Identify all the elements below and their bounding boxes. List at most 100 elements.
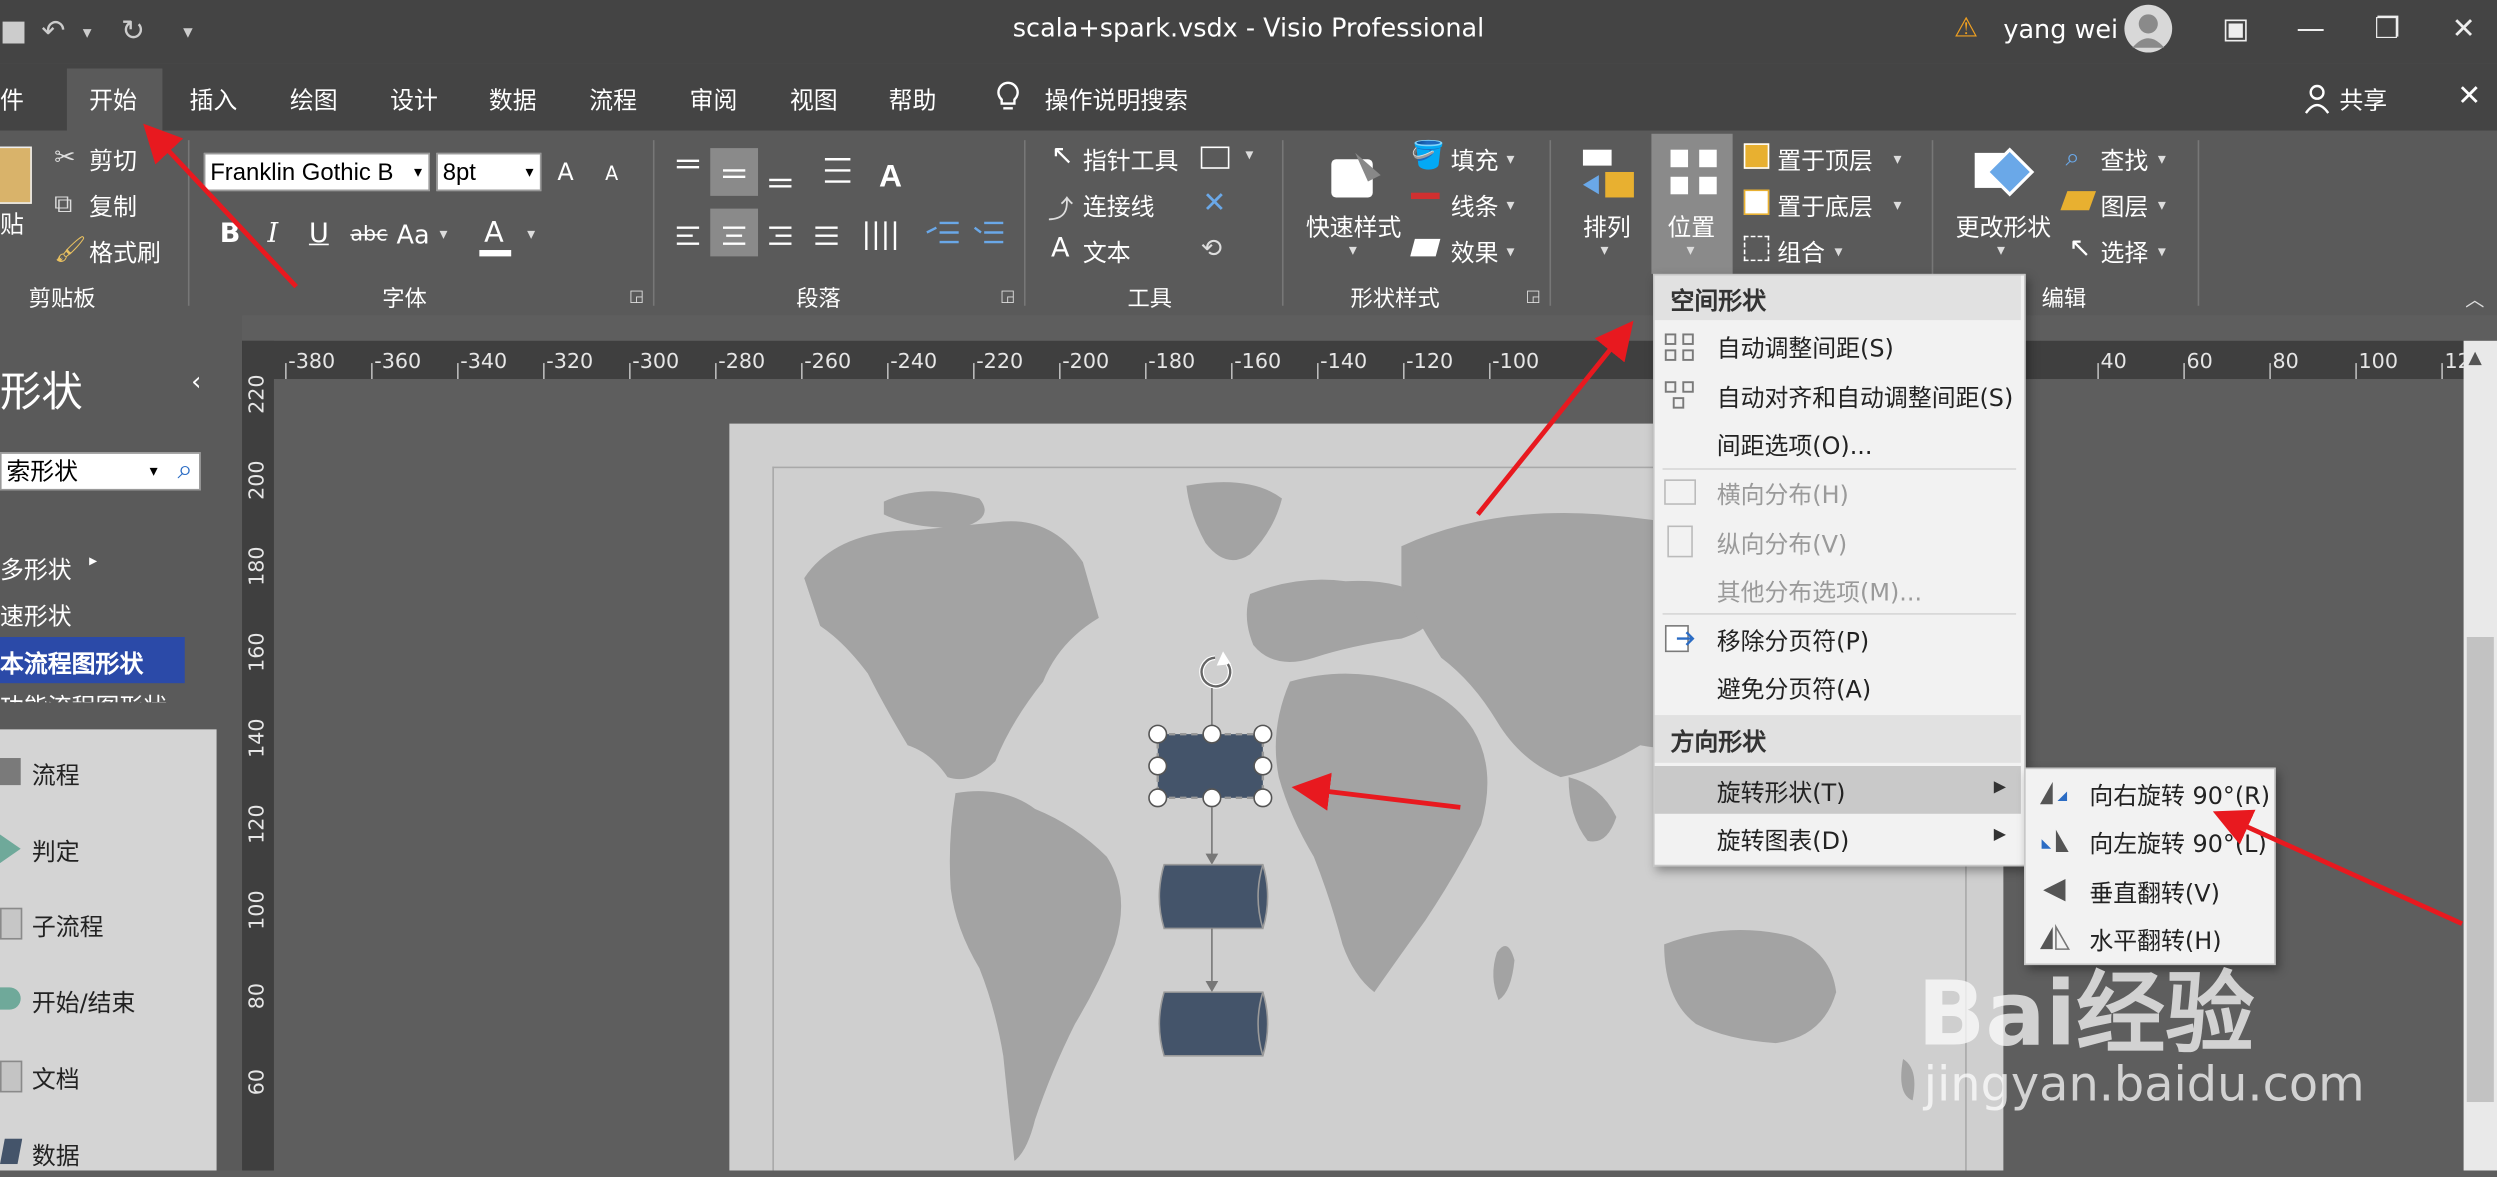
dialog-launcher-icon[interactable]: ◲ [1526,288,1541,306]
chevron-down-icon[interactable]: ▾ [1349,242,1357,260]
restore-icon[interactable]: ❐ [2363,10,2411,51]
strikethrough-button[interactable]: abc [350,223,387,247]
underline-button[interactable]: U [309,218,329,250]
font-family-select[interactable]: Franklin Gothic B ▾ [203,152,430,192]
arrange-button[interactable]: 排列 [1583,210,1631,243]
menu-rotate-diagram[interactable]: 旋转图表(D) [1717,823,1850,856]
chevron-down-icon[interactable]: ▾ [527,226,535,244]
tab-draw[interactable]: 绘图 [290,83,338,116]
shrink-font-button[interactable]: A [605,162,618,184]
menu-auto-align-space[interactable]: 自动对齐和自动调整间距(S) [1717,381,2014,414]
stencil-item-data[interactable]: 数据 [32,1139,80,1172]
dialog-launcher-icon[interactable]: ◲ [1000,288,1015,306]
font-color-button[interactable]: A [484,217,504,250]
warning-icon[interactable]: ⚠ [1954,13,1978,45]
stencil-item-process[interactable]: 流程 [32,758,80,791]
chevron-down-icon[interactable]: ▾ [1893,151,1901,169]
more-shapes-link[interactable]: 多形状 [0,553,72,586]
chevron-down-icon[interactable]: ▾ [1507,244,1515,262]
bring-to-front-button[interactable]: 置于顶层 [1777,143,1873,176]
tab-help[interactable]: 帮助 [889,83,937,116]
document-shape-icon[interactable] [0,1060,23,1093]
stencil-item-subprocess[interactable]: 子流程 [32,909,104,942]
tab-file[interactable]: 件 [0,83,24,116]
x-icon[interactable]: ✕ [1202,186,1226,219]
chevron-down-icon[interactable]: ▾ [1893,197,1901,215]
submenu-rotate-right[interactable]: 向右旋转 90°(R) [2089,779,2270,812]
tab-design[interactable]: 设计 [390,83,438,116]
rectangle-icon[interactable] [1200,146,1230,169]
line-button[interactable]: 线条 [1451,190,1499,223]
chevron-down-icon[interactable]: ▾ [2158,244,2166,262]
menu-more-distribute[interactable]: 其他分布选项(M)... [1717,575,1922,608]
tab-insert[interactable]: 插入 [190,83,238,116]
group-button[interactable]: 组合 [1777,236,1825,269]
chevron-down-icon[interactable]: ▾ [1686,242,1694,260]
scrollbar-thumb[interactable] [2466,637,2494,1103]
tell-me-search[interactable]: 操作说明搜索 [1045,83,1188,116]
data-shape-icon[interactable] [0,1138,23,1171]
italic-button[interactable]: I [268,218,279,250]
copy-button[interactable]: 复制 [89,190,137,223]
collapse-panel-icon[interactable]: ‹ [191,366,201,396]
user-name[interactable]: yang wei [2003,14,2118,44]
tab-review[interactable]: 审阅 [690,83,738,116]
font-size-select[interactable]: 8pt ▾ [436,152,542,192]
menu-spacing-options[interactable]: 间距选项(O)... [1717,428,1873,461]
stencil-item-document[interactable]: 文档 [32,1062,80,1095]
chevron-right-icon[interactable]: ▸ [89,553,97,571]
paste-icon[interactable] [0,146,32,204]
cut-button[interactable]: 剪切 [89,143,137,176]
chevron-down-icon[interactable]: ▾ [1835,244,1843,262]
close-pane-icon[interactable]: ✕ [2457,80,2481,113]
chevron-down-icon[interactable]: ▾ [1507,151,1515,169]
chevron-down-icon[interactable]: ▾ [1600,242,1608,260]
quick-styles-button[interactable]: 快速样式 [1306,210,1402,243]
select-button[interactable]: 选择 [2101,236,2149,269]
avatar[interactable] [2124,4,2173,53]
fill-button[interactable]: 填充 [1451,143,1499,176]
functional-flowchart-stencil[interactable]: 功能流程图形状 [0,690,167,703]
position-button[interactable]: 位置 [1667,210,1715,243]
bold-button[interactable]: B [220,218,241,250]
search-shapes-input[interactable]: 索形状 ▾ ⌕ [0,451,201,491]
tab-home[interactable]: 开始 [89,83,137,116]
grow-font-button[interactable]: A [557,158,573,187]
dialog-launcher-icon[interactable]: ◲ [629,288,644,306]
flowchart-shapes[interactable] [1139,645,1298,1073]
tab-process[interactable]: 流程 [589,83,637,116]
menu-remove-page-break[interactable]: 移除分页符(P) [1717,624,1870,657]
text-tool-button[interactable]: 文本 [1083,236,1131,269]
ribbon-display-icon[interactable]: ▣ [2212,10,2260,51]
submenu-flip-vertical[interactable]: 垂直翻转(V) [2089,876,2220,909]
chevron-down-icon[interactable]: ▾ [1245,147,1253,165]
submenu-rotate-left[interactable]: 向左旋转 90°(L) [2089,827,2266,860]
find-button[interactable]: 查找 [2101,143,2149,176]
menu-auto-space[interactable]: 自动调整间距(S) [1717,331,1894,364]
share-button[interactable]: 共享 [2339,83,2387,116]
send-to-back-button[interactable]: 置于底层 [1777,190,1873,223]
scroll-up-icon[interactable]: ▲ [2468,347,2481,368]
menu-rotate-shapes[interactable]: 旋转形状(T) [1717,776,1846,809]
subprocess-shape-icon[interactable] [0,907,23,940]
connector-button[interactable]: 连接线 [1083,190,1155,223]
menu-distribute-vertical[interactable]: 纵向分布(V) [1717,527,1848,560]
quick-shapes-link[interactable]: 速形状 [0,599,72,632]
effects-button[interactable]: 效果 [1451,236,1499,269]
stencil-item-start-end[interactable]: 开始/结束 [32,986,136,1019]
minimize-icon[interactable]: — [2287,10,2335,51]
chevron-down-icon[interactable]: ▾ [1507,197,1515,215]
chevron-down-icon[interactable]: ▾ [1997,242,2005,260]
format-painter-button[interactable]: 格式刷 [89,236,161,269]
menu-avoid-page-break[interactable]: 避免分页符(A) [1717,672,1871,705]
decision-shape-icon[interactable] [0,834,22,869]
pointer-tool-button[interactable]: 指针工具 [1083,143,1179,176]
chevron-down-icon[interactable]: ▾ [2158,151,2166,169]
connection-point-icon[interactable]: ⟲ [1201,233,1222,263]
process-shape-icon[interactable] [0,758,21,786]
tab-data[interactable]: 数据 [489,83,537,116]
search-icon[interactable]: ⌕ [178,451,193,489]
close-icon[interactable]: ✕ [2440,10,2488,51]
layers-button[interactable]: 图层 [2101,190,2149,223]
collapse-ribbon-icon[interactable]: ︿ [2465,285,2484,312]
